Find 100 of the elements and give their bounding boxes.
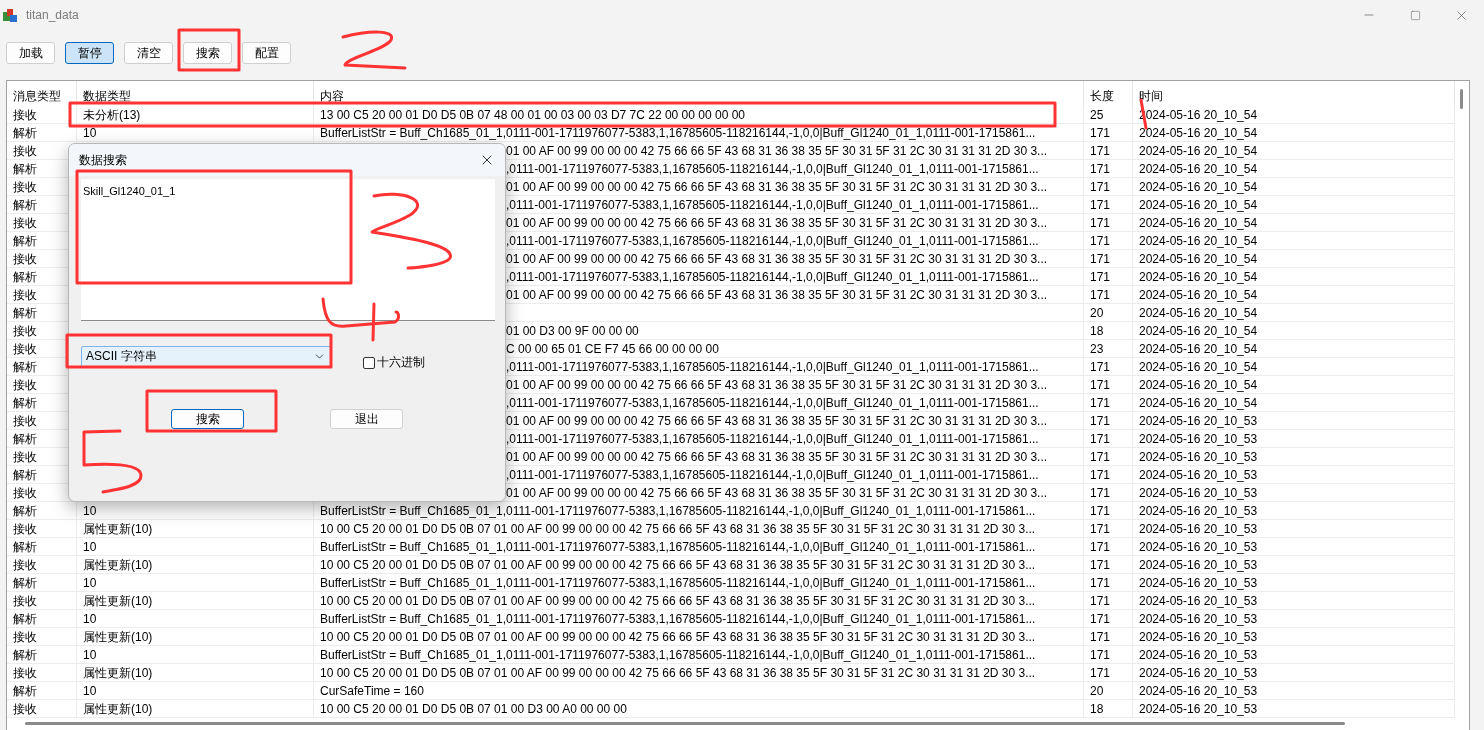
table-cell: 解析 — [13, 612, 37, 626]
scrollbar-thumb[interactable] — [25, 722, 1345, 725]
table-cell: 171 — [1090, 612, 1111, 626]
handwritten-mark-drawing — [82, 429, 143, 494]
table-cell: 解析 — [13, 432, 37, 446]
table-cell: 171 — [1090, 594, 1111, 608]
table-cell: 属性更新(10) — [83, 522, 153, 536]
table-cell: 接收 — [13, 414, 37, 428]
table-cell: 2024-05-16 20_10_54 — [1139, 270, 1258, 284]
maximize-icon[interactable] — [1409, 9, 1421, 21]
table-cell: BufferListStr = Buff_Ch1685_01_1,0111-001-1711976077-5383,1,16785605-118216144,-1,0,0|Buff_Gl1240_01_1,0111-001-1715861... — [320, 576, 1036, 590]
table-cell: 171 — [1090, 252, 1111, 266]
window-title: titan_data — [26, 8, 79, 22]
table-cell: 2024-05-16 20_10_53 — [1139, 504, 1258, 518]
table-cell: 接收 — [13, 216, 37, 230]
table-cell: 171 — [1090, 360, 1111, 374]
table-cell: 接收 — [13, 342, 37, 356]
table-cell: 2024-05-16 20_10_54 — [1139, 126, 1258, 140]
table-cell: ,0111-001-1711976077-5383,1,16785605-118216144,-1,0,0|Buff_Gl1240_01_1,0111-001-1715861... — [506, 432, 1039, 446]
table-cell: 2024-05-16 20_10_54 — [1139, 288, 1258, 302]
toolbar-button[interactable]: 清空 — [124, 42, 173, 64]
table-cell: 25 — [1090, 108, 1104, 122]
table-cell: 171 — [1090, 288, 1111, 302]
table-cell: 2024-05-16 20_10_54 — [1139, 360, 1258, 374]
toolbar-button[interactable]: 暂停 — [65, 42, 114, 64]
table-cell: 接收 — [13, 594, 37, 608]
table-cell: 13 00 C5 20 00 01 D0 D5 0B 07 48 00 01 00 03 00 03 D7 7C 22 00 00 00 00 00 — [320, 108, 745, 122]
column-header[interactable]: 内容 — [314, 81, 1084, 106]
column-header[interactable]: 时间 — [1133, 81, 1455, 106]
table-cell: 解析 — [13, 306, 37, 320]
table-cell: 171 — [1090, 198, 1111, 212]
table-cell: 2024-05-16 20_10_53 — [1139, 558, 1258, 572]
search-text-field[interactable]: Skill_Gl1240_01_1 — [81, 179, 495, 321]
column-header[interactable]: 数据类型 — [77, 81, 314, 106]
encoding-dropdown[interactable]: ASCII 字符串 — [81, 346, 331, 367]
table-cell: 18 — [1090, 324, 1104, 338]
table-cell: 171 — [1090, 162, 1111, 176]
table-cell: 2024-05-16 20_10_53 — [1139, 540, 1258, 554]
table-cell: 01 00 AF 00 99 00 00 00 42 75 66 66 5F 43 68 31 36 38 35 5F 30 31 5F 31 2C 30 31 31 31 2D 30 3... — [506, 486, 1048, 500]
table-cell: 解析 — [13, 234, 37, 248]
table-cell: 2024-05-16 20_10_54 — [1139, 306, 1258, 320]
table-cell: 01 00 AF 00 99 00 00 00 42 75 66 66 5F 43 68 31 36 38 35 5F 30 31 5F 31 2C 30 31 31 31 2D 30 3... — [506, 180, 1048, 194]
table-cell: BufferListStr = Buff_Ch1685_01_1,0111-001-1711976077-5383,1,16785605-118216144,-1,0,0|Buff_Gl1240_01_1,0111-001-1715861... — [320, 540, 1036, 554]
toolbar-button[interactable]: 搜索 — [183, 42, 232, 64]
table-cell: 解析 — [13, 162, 37, 176]
table-cell: 2024-05-16 20_10_54 — [1139, 342, 1258, 356]
table-cell: 2024-05-16 20_10_54 — [1139, 144, 1258, 158]
table-cell: 171 — [1090, 558, 1111, 572]
table-cell: 10 00 C5 20 00 01 D0 D5 0B 07 01 00 AF 00 99 00 00 00 42 75 66 66 5F 43 68 31 36 38 35 5F 30 31 5F 31 2C 30 31 31 31 2D 30 3... — [320, 630, 1036, 644]
table-cell: 属性更新(10) — [83, 558, 153, 572]
table-cell: 10 00 C5 20 00 01 D0 D5 0B 07 01 00 D3 00 A0 00 00 00 — [320, 702, 627, 716]
table-cell: 10 00 C5 20 00 01 D0 D5 0B 07 01 00 AF 00 99 00 00 00 42 75 66 66 5F 43 68 31 36 38 35 5F 30 31 5F 31 2C 30 31 31 31 2D 30 3... — [320, 594, 1036, 608]
table-cell: BufferListStr = Buff_Ch1685_01_1,0111-001-1711976077-5383,1,16785605-118216144,-1,0,0|Buff_Gl1240_01_1,0111-001-1715861... — [320, 504, 1036, 518]
table-cell: 171 — [1090, 414, 1111, 428]
column-header[interactable]: 长度 — [1084, 81, 1133, 106]
dialog-button[interactable]: 退出 — [330, 409, 403, 429]
table-cell: 2024-05-16 20_10_53 — [1139, 432, 1258, 446]
table-cell: 01 00 AF 00 99 00 00 00 42 75 66 66 5F 43 68 31 36 38 35 5F 30 31 5F 31 2C 30 31 31 31 2D 30 3... — [506, 450, 1048, 464]
table-cell: 2024-05-16 20_10_53 — [1139, 576, 1258, 590]
table-cell: 171 — [1090, 216, 1111, 230]
highlight-frame — [177, 28, 241, 72]
table-cell: 171 — [1090, 270, 1111, 284]
table-cell: 接收 — [13, 666, 37, 680]
table-cell: BufferListStr = Buff_Ch1685_01_1,0111-001-1711976077-5383,1,16785605-118216144,-1,0,0|Buff_Gl1240_01_1,0111-001-1715861... — [320, 612, 1036, 626]
table-cell: 解析 — [13, 648, 37, 662]
hex-checkbox[interactable]: 十六进制 — [363, 354, 425, 371]
table-cell: 2024-05-16 20_10_54 — [1139, 216, 1258, 230]
table-cell: CurSafeTime = 160 — [320, 684, 424, 698]
table-cell: 01 00 D3 00 9F 00 00 00 — [506, 324, 639, 338]
column-header[interactable]: 消息类型 — [7, 81, 77, 106]
table-cell: 10 — [83, 540, 97, 554]
table-cell: 171 — [1090, 486, 1111, 500]
table-cell: C 00 00 65 01 CE F7 45 66 00 00 00 00 — [506, 342, 719, 356]
scrollbar-thumb[interactable] — [1460, 89, 1463, 109]
toolbar-button[interactable]: 配置 — [242, 42, 291, 64]
table-cell: 2024-05-16 20_10_53 — [1139, 468, 1258, 482]
table-cell: 2024-05-16 20_10_53 — [1139, 684, 1258, 698]
table-cell: 10 — [83, 684, 97, 698]
toolbar-button[interactable]: 加载 — [6, 42, 55, 64]
table-cell: 23 — [1090, 342, 1104, 356]
table-cell: 2024-05-16 20_10_54 — [1139, 180, 1258, 194]
table-cell: 171 — [1090, 522, 1111, 536]
table-cell: 171 — [1090, 432, 1111, 446]
table-cell: 01 00 AF 00 99 00 00 00 42 75 66 66 5F 43 68 31 36 38 35 5F 30 31 5F 31 2C 30 31 31 31 2D 30 3... — [506, 144, 1048, 158]
table-cell: ,0111-001-1711976077-5383,1,16785605-118216144,-1,0,0|Buff_Gl1240_01_1,0111-001-1715861... — [506, 198, 1039, 212]
table-cell: 2024-05-16 20_10_53 — [1139, 594, 1258, 608]
table-cell: ,0111-001-1711976077-5383,1,16785605-118216144,-1,0,0|Buff_Gl1240_01_1,0111-001-1715861... — [506, 360, 1039, 374]
table-cell: 10 — [83, 576, 97, 590]
table-cell: 接收 — [13, 522, 37, 536]
table-cell: 10 00 C5 20 00 01 D0 D5 0B 07 01 00 AF 00 99 00 00 00 42 75 66 66 5F 43 68 31 36 38 35 5F 30 31 5F 31 2C 30 31 31 31 2D 30 3... — [320, 522, 1036, 536]
table-cell: 2024-05-16 20_10_54 — [1139, 162, 1258, 176]
table-cell: 解析 — [13, 504, 37, 518]
table-cell: 01 00 AF 00 99 00 00 00 42 75 66 66 5F 43 68 31 36 38 35 5F 30 31 5F 31 2C 30 31 31 31 2D 30 3... — [506, 288, 1048, 302]
dialog-button[interactable]: 搜索 — [171, 409, 244, 429]
table-cell: 171 — [1090, 396, 1111, 410]
table-cell: 2024-05-16 20_10_53 — [1139, 666, 1258, 680]
table-cell: 属性更新(10) — [83, 594, 153, 608]
table-cell: 属性更新(10) — [83, 666, 153, 680]
table-cell: 10 — [83, 126, 97, 140]
table-cell: 属性更新(10) — [83, 630, 153, 644]
